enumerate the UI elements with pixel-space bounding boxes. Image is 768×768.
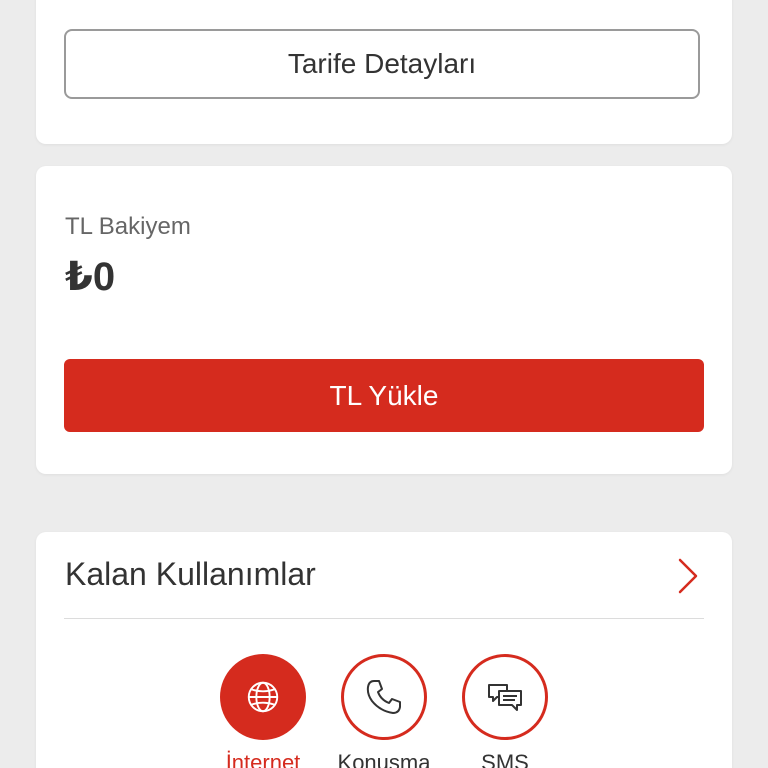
balance-value: ₺0 (65, 255, 116, 299)
tab-call[interactable]: Konuşma (329, 654, 439, 768)
divider (64, 618, 704, 619)
chevron-right-icon[interactable] (672, 556, 702, 596)
tariff-details-button[interactable]: Tarife Detayları (64, 29, 700, 99)
remaining-usage-header[interactable]: Kalan Kullanımlar (36, 532, 732, 618)
balance-card: TL Bakiyem ₺0 TL Yükle (36, 166, 732, 474)
page: Tarife Detayları TL Bakiyem ₺0 TL Yükle … (0, 0, 768, 768)
tab-internet[interactable]: İnternet (208, 654, 318, 768)
tab-sms-label: SMS (481, 750, 529, 768)
chat-bubbles-icon (488, 684, 522, 711)
globe-icon (247, 681, 279, 713)
remaining-usage-title: Kalan Kullanımlar (65, 556, 316, 592)
sms-circle (462, 654, 548, 740)
balance-label: TL Bakiyem (65, 213, 191, 240)
tab-internet-label: İnternet (225, 750, 301, 768)
tab-call-label: Konuşma (337, 750, 431, 768)
phone-icon (366, 680, 401, 714)
remaining-usage-card: Kalan Kullanımlar İnternet Konuşma SMS (36, 532, 732, 768)
plan-card: Tarife Detayları (36, 0, 732, 144)
internet-circle (220, 654, 306, 740)
top-up-button[interactable]: TL Yükle (64, 359, 704, 432)
call-circle (341, 654, 427, 740)
tab-sms[interactable]: SMS (450, 654, 560, 768)
